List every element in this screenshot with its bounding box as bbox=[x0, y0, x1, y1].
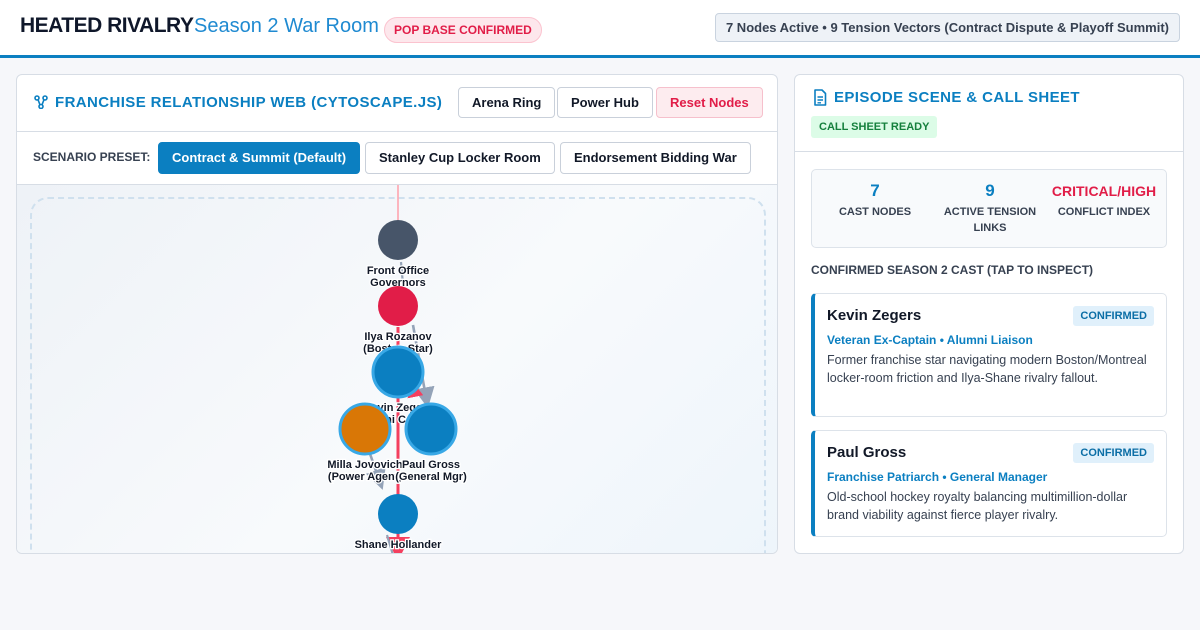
cast-heading: CONFIRMED SEASON 2 CAST (TAP TO INSPECT) bbox=[811, 263, 1094, 277]
call-sheet-header: EPISODE SCENE & CALL SHEET CALL SHEET RE… bbox=[795, 75, 1183, 152]
metric-tension-links: 9 ACTIVE TENSION LINKS bbox=[932, 180, 1048, 236]
cast-description: Former franchise star navigating modern … bbox=[827, 353, 1147, 385]
cast-name: Kevin Zegers bbox=[827, 307, 922, 324]
app-title: HEATED RIVALRY bbox=[20, 14, 194, 37]
graph-node-label: Front Office bbox=[367, 265, 429, 277]
cast-description: Old-school hockey royalty balancing mult… bbox=[827, 490, 1128, 522]
graph-node-label: (Power Agent) bbox=[328, 471, 402, 483]
call-sheet-panel: EPISODE SCENE & CALL SHEET CALL SHEET RE… bbox=[794, 74, 1184, 554]
cast-role: Franchise Patriarch • General Manager bbox=[827, 470, 1048, 484]
metric-value: CRITICAL/HIGH bbox=[1051, 183, 1157, 199]
relationship-web-panel: FRANCHISE RELATIONSHIP WEB (CYTOSCAPE.JS… bbox=[16, 74, 778, 554]
metric-label: CONFLICT INDEX bbox=[1057, 206, 1151, 218]
metric-label: CAST NODES bbox=[838, 206, 912, 218]
graph-node-label: Shane Hollander bbox=[355, 539, 443, 551]
graph-node-label: Paul Gross bbox=[402, 459, 460, 471]
cast-card-paul-gross[interactable]: Paul Gross CONFIRMED Franchise Patriarch… bbox=[811, 430, 1167, 537]
cast-name: Paul Gross bbox=[827, 444, 907, 461]
preset-endorsement-button[interactable]: Endorsement Bidding War bbox=[560, 142, 751, 174]
graph-node-ilya[interactable] bbox=[378, 286, 418, 326]
cast-role: Veteran Ex-Captain • Alumni Liaison bbox=[827, 333, 1033, 347]
metric-label: ACTIVE TENSION bbox=[943, 206, 1037, 218]
graph-node-kevin[interactable] bbox=[371, 345, 425, 399]
network-stats-pill: 7 Nodes Active • 9 Tension Vectors (Cont… bbox=[714, 13, 1180, 42]
graph-node-front[interactable] bbox=[378, 220, 418, 260]
metrics-summary: 7 CAST NODES 9 ACTIVE TENSION LINKS CRIT… bbox=[811, 169, 1167, 248]
metric-value: 7 bbox=[870, 181, 880, 200]
confirmed-badge: CONFIRMED bbox=[1073, 443, 1154, 463]
network-icon bbox=[34, 95, 48, 109]
call-sheet-title: EPISODE SCENE & CALL SHEET bbox=[834, 89, 1080, 106]
graph-node-label: Milla Jovovich bbox=[327, 459, 402, 471]
graph-node-label: (General Mgr) bbox=[395, 471, 467, 483]
graph-canvas[interactable]: Front Office Governors Ilya Rozanov (Boston… bbox=[17, 185, 777, 554]
graph-node-milla[interactable] bbox=[338, 402, 392, 456]
graph-panel-title: FRANCHISE RELATIONSHIP WEB (CYTOSCAPE.JS… bbox=[55, 94, 443, 111]
relationship-graph[interactable]: Front OfficeGovernorsIlya Rozanov(Boston… bbox=[17, 185, 777, 554]
metric-cast-nodes: 7 CAST NODES bbox=[816, 180, 934, 220]
graph-node-label: Ilya Rozanov bbox=[364, 331, 432, 343]
top-bar: HEATED RIVALRY Season 2 War Room POP BAS… bbox=[0, 0, 1200, 58]
graph-panel-header: FRANCHISE RELATIONSHIP WEB (CYTOSCAPE.JS… bbox=[17, 75, 777, 132]
metric-value: 9 bbox=[985, 181, 995, 200]
scenario-preset-label: SCENARIO PRESET: bbox=[33, 150, 151, 164]
scenario-preset-row: SCENARIO PRESET: Contract & Summit (Defa… bbox=[17, 132, 777, 185]
power-hub-button[interactable]: Power Hub bbox=[557, 87, 653, 118]
metric-label: LINKS bbox=[973, 222, 1007, 234]
arena-ring-button[interactable]: Arena Ring bbox=[458, 87, 556, 118]
status-badge: POP BASE CONFIRMED bbox=[384, 17, 542, 43]
confirmed-badge: CONFIRMED bbox=[1073, 306, 1154, 326]
graph-node-paul[interactable] bbox=[404, 402, 458, 456]
preset-contract-summit-button[interactable]: Contract & Summit (Default) bbox=[158, 142, 361, 174]
cast-card-kevin-zegers[interactable]: Kevin Zegers CONFIRMED Veteran Ex-Captai… bbox=[811, 293, 1167, 417]
call-sheet-ready-badge: CALL SHEET READY bbox=[811, 116, 938, 138]
page-subtitle: Season 2 War Room bbox=[194, 15, 379, 37]
graph-node-shane[interactable] bbox=[378, 494, 418, 534]
reset-nodes-button[interactable]: Reset Nodes bbox=[656, 87, 763, 118]
preset-stanley-cup-button[interactable]: Stanley Cup Locker Room bbox=[365, 142, 555, 174]
metric-conflict-index: CRITICAL/HIGH CONFLICT INDEX bbox=[1046, 180, 1162, 220]
document-icon bbox=[814, 89, 827, 106]
